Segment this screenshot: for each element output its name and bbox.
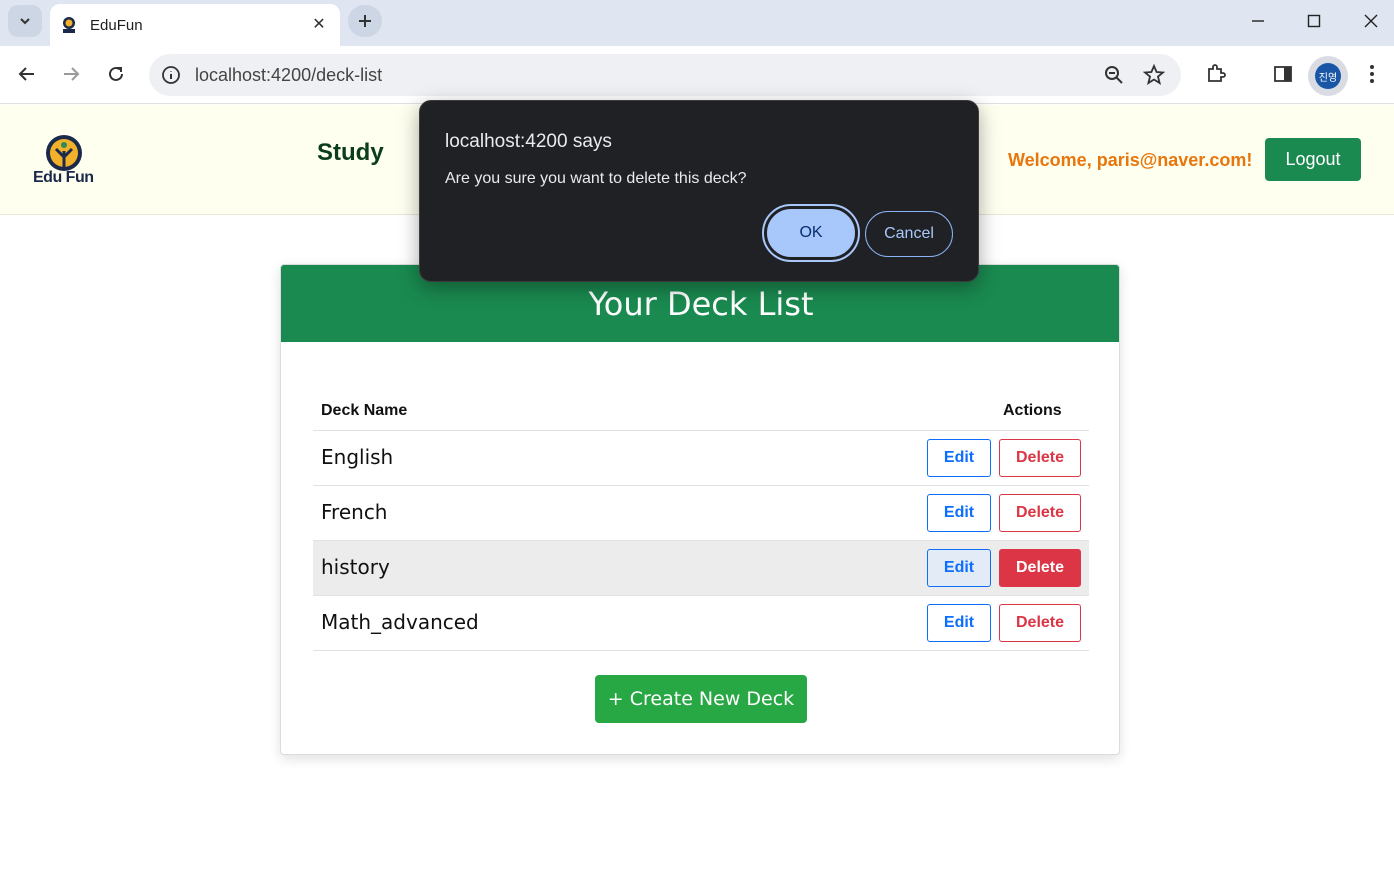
logout-button[interactable]: Logout xyxy=(1265,138,1361,181)
dialog-title: localhost:4200 says xyxy=(445,131,612,152)
table-header-row: Deck Name Actions xyxy=(313,389,1089,431)
welcome-message: Welcome, paris@naver.com! xyxy=(1008,150,1253,170)
confirm-dialog: localhost:4200 says Are you sure you wan… xyxy=(419,100,979,282)
tab-close-icon[interactable]: ✕ xyxy=(308,13,330,35)
tab-title: EduFun xyxy=(90,16,143,34)
zoom-icon[interactable] xyxy=(1103,64,1125,86)
edit-deck-button[interactable]: Edit xyxy=(927,439,991,477)
create-new-deck-button[interactable]: + Create New Deck xyxy=(595,675,807,723)
table-row: Math_advanced Edit Delete xyxy=(313,596,1089,651)
chevron-down-icon xyxy=(20,18,30,25)
side-panel-icon xyxy=(1274,66,1292,82)
site-info-icon[interactable] xyxy=(159,63,183,87)
deck-name-cell[interactable]: Math_advanced xyxy=(321,610,479,634)
deck-name-cell[interactable]: history xyxy=(321,555,390,579)
edit-deck-button[interactable]: Edit xyxy=(927,604,991,642)
tab-search-dropdown-button[interactable] xyxy=(8,5,42,37)
ok-button[interactable]: OK xyxy=(762,204,860,262)
deck-name-cell[interactable]: English xyxy=(321,445,393,469)
close-window-button[interactable] xyxy=(1358,8,1384,34)
extensions-button[interactable] xyxy=(1203,61,1229,87)
browser-tab-bar: EduFun ✕ xyxy=(0,0,1394,46)
column-header-actions: Actions xyxy=(1003,402,1062,419)
forward-button[interactable] xyxy=(55,58,87,90)
address-bar[interactable]: localhost:4200/deck-list xyxy=(149,54,1181,96)
avatar: 진영 xyxy=(1315,63,1341,89)
arrow-left-icon xyxy=(18,67,34,81)
browser-tab-edufun[interactable]: EduFun ✕ xyxy=(50,4,340,46)
maximize-icon xyxy=(1307,14,1321,28)
column-header-deck-name: Deck Name xyxy=(321,402,408,419)
delete-deck-button[interactable]: Delete xyxy=(999,494,1081,532)
table-row: history Edit Delete xyxy=(313,541,1089,596)
table-row: English Edit Delete xyxy=(313,431,1089,486)
reload-button[interactable] xyxy=(100,58,132,90)
deck-list-card: Your Deck List Deck Name Actions English… xyxy=(280,264,1120,755)
close-icon xyxy=(1364,14,1378,28)
new-tab-button[interactable] xyxy=(348,5,382,37)
logo-text: Edu Fun xyxy=(33,169,94,186)
page-title: Your Deck List xyxy=(588,284,814,323)
deck-table: Deck Name Actions English Edit Delete Fr… xyxy=(313,389,1089,651)
dialog-message: Are you sure you want to delete this dec… xyxy=(445,170,747,187)
cancel-button[interactable]: Cancel xyxy=(865,211,953,257)
delete-deck-button[interactable]: Delete xyxy=(999,604,1081,642)
edit-deck-button[interactable]: Edit xyxy=(927,549,991,587)
delete-deck-button[interactable]: Delete xyxy=(999,439,1081,477)
arrow-right-icon xyxy=(64,67,80,81)
minimize-window-button[interactable] xyxy=(1245,8,1271,34)
puzzle-icon xyxy=(1208,64,1226,82)
deck-name-cell[interactable]: French xyxy=(321,500,387,524)
url-text[interactable]: localhost:4200/deck-list xyxy=(195,65,382,86)
side-panel-button[interactable] xyxy=(1270,61,1296,87)
kebab-menu-icon xyxy=(1370,65,1374,83)
back-button[interactable] xyxy=(11,58,43,90)
nav-study-link[interactable]: Study xyxy=(317,139,384,167)
profile-button[interactable]: 진영 xyxy=(1308,56,1348,96)
table-row: French Edit Delete xyxy=(313,486,1089,541)
minimize-icon xyxy=(1252,20,1264,22)
plus-icon xyxy=(359,15,371,27)
maximize-window-button[interactable] xyxy=(1301,8,1327,34)
edufun-favicon-icon xyxy=(63,17,75,33)
bookmark-star-icon[interactable] xyxy=(1143,64,1165,86)
delete-deck-button[interactable]: Delete xyxy=(999,549,1081,587)
browser-toolbar: localhost:4200/deck-list 진영 xyxy=(0,46,1394,104)
edit-deck-button[interactable]: Edit xyxy=(927,494,991,532)
reload-icon xyxy=(109,66,123,81)
browser-menu-button[interactable] xyxy=(1359,61,1385,87)
